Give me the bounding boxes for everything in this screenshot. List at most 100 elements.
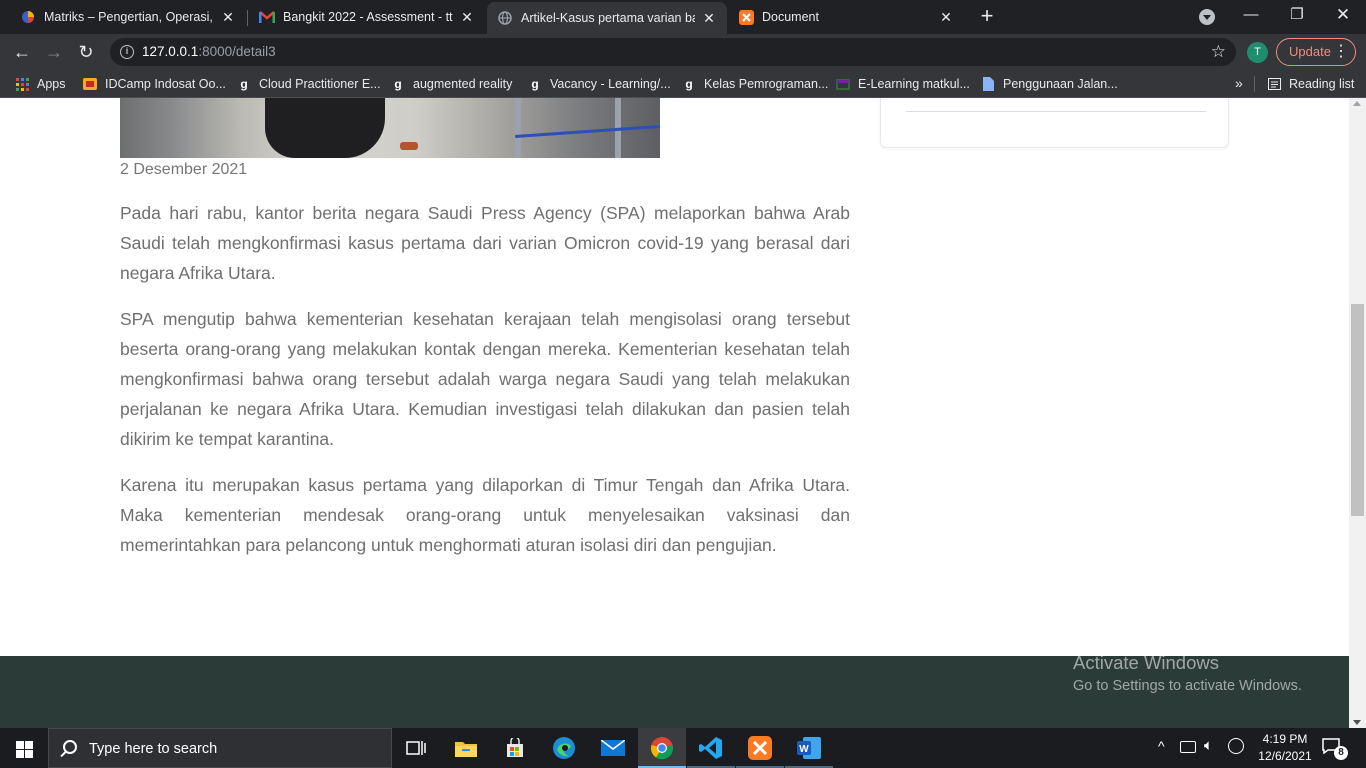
taskbar-search[interactable]: Type here to search (48, 728, 392, 768)
back-arrow-icon[interactable]: ← (10, 40, 34, 64)
idcamp-icon (83, 77, 97, 91)
clock-date: 12/6/2021 (1258, 749, 1312, 763)
chevron-up-icon[interactable]: ^ (1158, 738, 1165, 754)
web-page: 2 Desember 2021 Pada hari rabu, kantor b… (0, 98, 1349, 728)
url-text[interactable]: 127.0.0.1:8000/detail3 (142, 44, 276, 59)
image-post (515, 98, 521, 158)
close-window-icon[interactable]: ✕ (1331, 4, 1355, 26)
image-person (265, 98, 385, 158)
bookmark-elearning[interactable]: E-Learning matkul... (836, 75, 970, 93)
scroll-thumb[interactable] (1351, 304, 1364, 516)
bookmark-label: Cloud Practitioner E... (259, 77, 381, 91)
article-paragraph: SPA mengutip bahwa kementerian kesehatan… (120, 309, 850, 449)
reload-icon[interactable]: ↻ (74, 40, 98, 64)
notification-badge: 8 (1334, 746, 1348, 760)
bookmarks-bar: Apps IDCamp Indosat Oo... g Cloud Practi… (0, 70, 1366, 98)
bookmark-label: E-Learning matkul... (858, 77, 970, 91)
bookmark-kelas-pemrograman[interactable]: g Kelas Pemrograman... (682, 75, 828, 93)
more-bookmarks-icon[interactable]: » (1235, 75, 1243, 91)
bookmark-penggunaan-jalan[interactable]: Penggunaan Jalan... (981, 75, 1118, 93)
update-button[interactable]: Update ⋮ (1276, 38, 1356, 66)
microsoft-store-icon[interactable] (491, 728, 539, 768)
mail-icon[interactable] (589, 728, 637, 768)
more-menu-icon[interactable]: ⋮ (1333, 39, 1349, 65)
bookmark-label: Apps (37, 77, 66, 91)
close-tab-icon[interactable]: ✕ (459, 9, 475, 26)
system-clock[interactable]: 4:19 PM 12/6/2021 (1250, 731, 1320, 765)
start-button[interactable] (0, 728, 48, 768)
dicoding-icon: g (685, 77, 693, 91)
address-bar[interactable]: i 127.0.0.1:8000/detail3 ☆ (110, 38, 1236, 66)
windows-logo-pane (16, 750, 24, 758)
bookmark-idcamp[interactable]: IDCamp Indosat Oo... (83, 75, 226, 93)
xampp-icon (738, 9, 754, 25)
bookmark-vacancy[interactable]: g Vacancy - Learning/... (528, 75, 671, 93)
reading-list[interactable]: Reading list (1267, 75, 1354, 93)
tab-search-icon[interactable] (1199, 9, 1215, 25)
article-image (120, 98, 660, 158)
xampp-icon[interactable] (736, 728, 784, 768)
tab-document[interactable]: Document ✕ (728, 0, 964, 34)
browser-toolbar: ← → ↻ i 127.0.0.1:8000/detail3 ☆ T Updat… (0, 34, 1366, 70)
watermark-title: Activate Windows (1073, 652, 1219, 673)
windows-logo-pane (25, 750, 33, 758)
globe-icon (497, 10, 513, 26)
image-sign (400, 142, 418, 150)
bookmark-augmented-reality[interactable]: g augmented reality (391, 75, 512, 93)
bookmark-star-icon[interactable]: ☆ (1211, 42, 1226, 62)
page-scrollbar[interactable] (1349, 98, 1366, 728)
volume-icon[interactable]: 🔈︎ (1204, 737, 1213, 754)
bookmark-label: Vacancy - Learning/... (550, 77, 671, 91)
elearning-icon (836, 77, 850, 91)
activate-windows-watermark: Activate Windows Go to Settings to activ… (1073, 652, 1302, 694)
battery-icon[interactable] (1180, 741, 1196, 753)
windows-logo-icon (16, 741, 24, 749)
tab-artikel[interactable]: Artikel-Kasus pertama varian ban ✕ (487, 2, 727, 34)
dicoding-icon: g (240, 77, 248, 91)
action-center-icon[interactable]: 8 (1322, 738, 1348, 760)
bookmark-label: Kelas Pemrograman... (704, 77, 829, 91)
minimize-icon[interactable]: — (1239, 4, 1263, 26)
bookmark-apps[interactable]: Apps (15, 75, 66, 93)
edge-icon[interactable] (540, 728, 588, 768)
gmail-icon (259, 9, 275, 25)
windows-taskbar: Type here to search W ^ 🔈︎ 4:19 PM 12/6/… (0, 728, 1366, 768)
article-paragraph: Pada hari rabu, kantor berita negara Sau… (120, 203, 850, 283)
profile-avatar[interactable]: T (1247, 42, 1268, 63)
sidebar-divider (906, 111, 1206, 112)
watermark-subtitle: Go to Settings to activate Windows. (1073, 678, 1302, 694)
close-tab-icon[interactable]: ✕ (938, 9, 954, 26)
bookmark-label: augmented reality (413, 77, 513, 91)
close-tab-icon[interactable]: ✕ (220, 9, 236, 26)
colorful-sphere-icon (20, 9, 36, 25)
dicoding-icon: g (531, 77, 539, 91)
article-paragraph: Karena itu merupakan kasus pertama yang … (120, 475, 850, 555)
word-icon[interactable]: W (785, 728, 833, 768)
tab-title: Bangkit 2022 - Assessment - ttan (283, 10, 453, 24)
scroll-up-arrow-icon[interactable] (1353, 101, 1361, 106)
close-tab-icon[interactable]: ✕ (701, 10, 717, 27)
task-view-icon[interactable] (392, 728, 440, 768)
forward-arrow-icon[interactable]: → (42, 40, 66, 64)
tab-title: Document (762, 10, 819, 24)
network-globe-icon[interactable] (1228, 738, 1244, 754)
url-host: 127.0.0.1 (142, 44, 199, 59)
bookmark-cloud-practitioner[interactable]: g Cloud Practitioner E... (237, 75, 381, 93)
tab-bangkit[interactable]: Bangkit 2022 - Assessment - ttan ✕ (249, 0, 485, 34)
update-label: Update (1289, 44, 1331, 59)
restore-icon[interactable]: ❐ (1285, 4, 1309, 26)
site-info-icon[interactable]: i (120, 45, 134, 59)
apps-grid-icon (15, 77, 29, 91)
new-tab-button[interactable]: + (976, 5, 998, 27)
tab-title: Matriks – Pengertian, Operasi, De (44, 10, 214, 24)
document-icon (981, 77, 995, 91)
bookmark-label: Penggunaan Jalan... (1003, 77, 1118, 91)
search-icon (63, 740, 77, 754)
chrome-icon[interactable] (638, 728, 686, 768)
windows-logo-pane (25, 741, 33, 749)
vscode-icon[interactable] (687, 728, 735, 768)
reading-list-icon (1267, 77, 1281, 91)
file-explorer-icon[interactable] (442, 728, 490, 768)
scroll-down-arrow-icon[interactable] (1353, 720, 1361, 725)
tab-matriks[interactable]: Matriks – Pengertian, Operasi, De ✕ (10, 0, 246, 34)
